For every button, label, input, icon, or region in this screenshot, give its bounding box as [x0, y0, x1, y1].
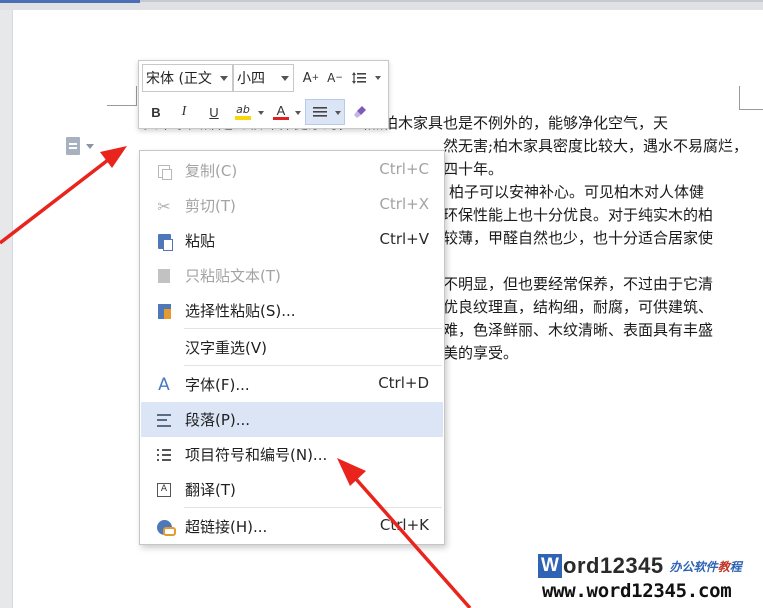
font-name-select[interactable]: 宋体 (正文 — [142, 64, 233, 92]
menu-item-paragraph[interactable]: 段落(P)... — [141, 402, 443, 437]
shrink-font-button[interactable]: A − — [324, 66, 346, 90]
menu-item-shortcut: Ctrl+D — [378, 374, 429, 392]
highlight-color-bar — [235, 116, 251, 120]
menu-item-label: 汉字重选(V) — [185, 339, 267, 357]
menu-item-font[interactable]: A 字体(F)... Ctrl+D — [141, 367, 443, 402]
watermark-tagline-char: 件 — [705, 559, 718, 574]
watermark-brand-name: ord12345 — [563, 553, 664, 578]
align-button[interactable] — [305, 99, 345, 125]
menu-item-paste-special[interactable]: 选择性粘贴(S)... — [141, 293, 443, 328]
shrink-font-icon: A — [327, 71, 336, 85]
chevron-down-icon — [86, 143, 94, 149]
font-color-icon: A — [276, 103, 286, 118]
italic-button[interactable]: I — [173, 100, 195, 124]
menu-separator — [184, 507, 442, 508]
watermark-tagline-char: 软 — [693, 559, 706, 574]
align-justify-icon — [313, 107, 327, 117]
grow-font-button[interactable]: A + — [300, 66, 322, 90]
copy-icon — [155, 162, 173, 180]
menu-item-label: 粘贴 — [185, 232, 216, 250]
watermark-tagline-char: 教 — [717, 559, 730, 574]
line-spacing-icon — [352, 72, 366, 84]
menu-item-label: 剪切(T) — [185, 197, 236, 215]
underline-button[interactable]: U — [203, 100, 225, 124]
menu-item-label: 段落(P)... — [185, 411, 251, 429]
cut-icon: ✂ — [157, 196, 171, 216]
format-painter-button[interactable] — [349, 100, 371, 124]
font-icon: A — [158, 375, 170, 395]
menu-item-hyperlink[interactable]: 超链接(H)... Ctrl+K — [141, 509, 443, 544]
tab-strip-line — [140, 0, 763, 2]
translate-icon: A — [155, 481, 173, 499]
chevron-down-icon — [335, 111, 341, 115]
menu-item-paste[interactable]: 粘贴 Ctrl+V — [141, 223, 443, 258]
menu-item-label: 复制(C) — [185, 162, 238, 180]
menu-item-paste-text-only[interactable]: 只粘贴文本(T) — [141, 258, 443, 293]
paste-special-icon — [155, 302, 173, 320]
menu-item-reselect-chinese[interactable]: 汉字重选(V) — [141, 330, 443, 365]
bold-button[interactable]: B — [145, 100, 167, 124]
minus-superscript: − — [335, 73, 343, 83]
menu-separator — [184, 365, 442, 366]
menu-item-translate[interactable]: A 翻译(T) — [141, 472, 443, 507]
font-color-bar — [273, 117, 289, 120]
font-size-value: 小四 — [237, 71, 265, 87]
watermark-tagline-char: 办 — [669, 559, 682, 574]
watermark: W ord12345 办公软件教程 www.word12345.com — [538, 553, 763, 608]
highlight-button[interactable]: ab — [232, 100, 254, 124]
chevron-down-icon[interactable] — [258, 111, 264, 115]
chevron-down-icon — [281, 76, 289, 81]
menu-item-label: 翻译(T) — [185, 481, 236, 499]
chevron-down-icon[interactable] — [295, 111, 301, 115]
watermark-brand: W ord12345 办公软件教程 — [538, 553, 742, 579]
menu-item-cut[interactable]: ✂ 剪切(T) Ctrl+X — [141, 188, 443, 223]
format-painter-icon — [354, 106, 366, 118]
chevron-down-icon — [220, 76, 228, 81]
paste-icon — [155, 232, 173, 251]
left-margin-corner-mark — [107, 86, 137, 106]
active-tab-indicator — [0, 0, 140, 3]
menu-item-copy[interactable]: 复制(C) Ctrl+C — [141, 153, 443, 188]
top-tab-strip — [0, 0, 763, 10]
menu-item-shortcut: Ctrl+K — [379, 516, 429, 534]
font-color-button[interactable]: A — [270, 100, 292, 124]
chevron-down-icon[interactable] — [375, 76, 381, 80]
hyperlink-icon — [155, 518, 176, 536]
font-size-select[interactable]: 小四 — [233, 64, 294, 92]
paragraph-icon — [155, 411, 173, 429]
font-name-value: 宋体 (正文 — [146, 71, 212, 87]
paste-text-icon — [155, 267, 173, 285]
grow-font-icon: A — [302, 70, 312, 86]
menu-item-label: 字体(F)... — [185, 376, 250, 394]
right-margin-corner-mark — [739, 86, 763, 110]
bullet-list-icon — [155, 446, 173, 464]
highlight-icon: ab — [236, 103, 250, 116]
menu-item-label: 选择性粘贴(S)... — [185, 302, 296, 320]
menu-item-shortcut: Ctrl+C — [379, 160, 429, 178]
menu-item-label: 项目符号和编号(N)... — [185, 446, 328, 464]
menu-item-shortcut: Ctrl+V — [379, 230, 429, 248]
watermark-tagline-char: 程 — [729, 559, 742, 574]
line-spacing-button[interactable] — [348, 66, 370, 90]
paragraph-options-button[interactable] — [66, 135, 106, 157]
watermark-logo: W — [538, 554, 562, 578]
watermark-tagline-char: 公 — [681, 559, 694, 574]
menu-item-shortcut: Ctrl+X — [379, 195, 429, 213]
menu-item-label: 只粘贴文本(T) — [185, 267, 281, 285]
menu-item-bullets-numbering[interactable]: 项目符号和编号(N)... — [141, 437, 443, 472]
menu-item-label: 超链接(H)... — [185, 518, 268, 536]
context-menu: 复制(C) Ctrl+C ✂ 剪切(T) Ctrl+X 粘贴 Ctrl+V 只粘… — [139, 150, 445, 545]
document-icon — [66, 137, 80, 155]
floating-format-toolbar: 宋体 (正文 小四 A + A − B I U ab A — [138, 60, 389, 129]
menu-separator — [184, 328, 442, 329]
watermark-tagline: 办公软件教程 — [670, 558, 742, 575]
watermark-url: www.word12345.com — [542, 580, 732, 602]
plus-superscript: + — [311, 73, 320, 83]
